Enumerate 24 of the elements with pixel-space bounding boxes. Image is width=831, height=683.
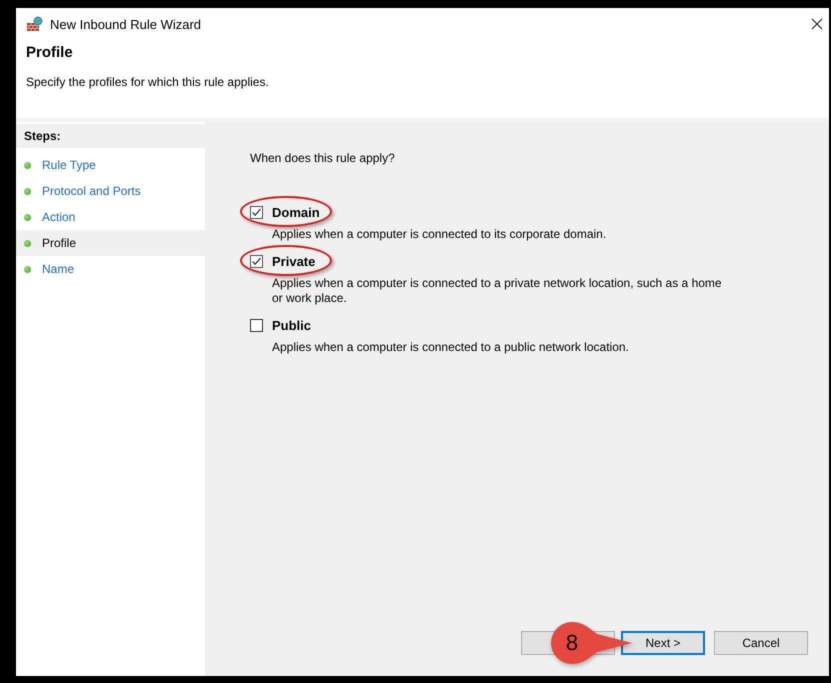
option-label[interactable]: Public [272,318,312,333]
option-description: Applies when a computer is connected to a public network location. [271,340,630,355]
checkbox[interactable] [250,255,263,268]
step-item[interactable]: Protocol and Ports [16,178,205,204]
steps-heading: Steps: [16,124,205,148]
option-label[interactable]: Domain [272,205,320,220]
page-subtitle: Specify the profiles for which this rule applies. [26,75,270,89]
close-icon[interactable] [811,18,823,30]
step-item[interactable]: Profile [16,230,205,256]
step-item[interactable]: Rule Type [16,152,205,178]
option-description: Applies when a computer is connected to its corporate domain. [271,227,608,242]
checkbox[interactable] [250,206,263,219]
checkbox[interactable] [250,319,263,332]
step-number-tooltip: 8 [549,620,633,666]
option-description: Applies when a computer is connected to a private network location, such as a home or work place. [271,276,723,306]
cancel-button[interactable]: Cancel [714,631,808,655]
next-button[interactable]: Next > [621,631,705,655]
firewall-icon [26,16,44,32]
step-item[interactable]: Name [16,256,205,282]
step-item[interactable]: Action [16,204,205,230]
window-title: New Inbound Rule Wizard [50,16,202,32]
question-text: When does this rule apply? [250,151,396,165]
page-title: Profile [26,44,74,61]
option-label[interactable]: Private [272,254,316,269]
